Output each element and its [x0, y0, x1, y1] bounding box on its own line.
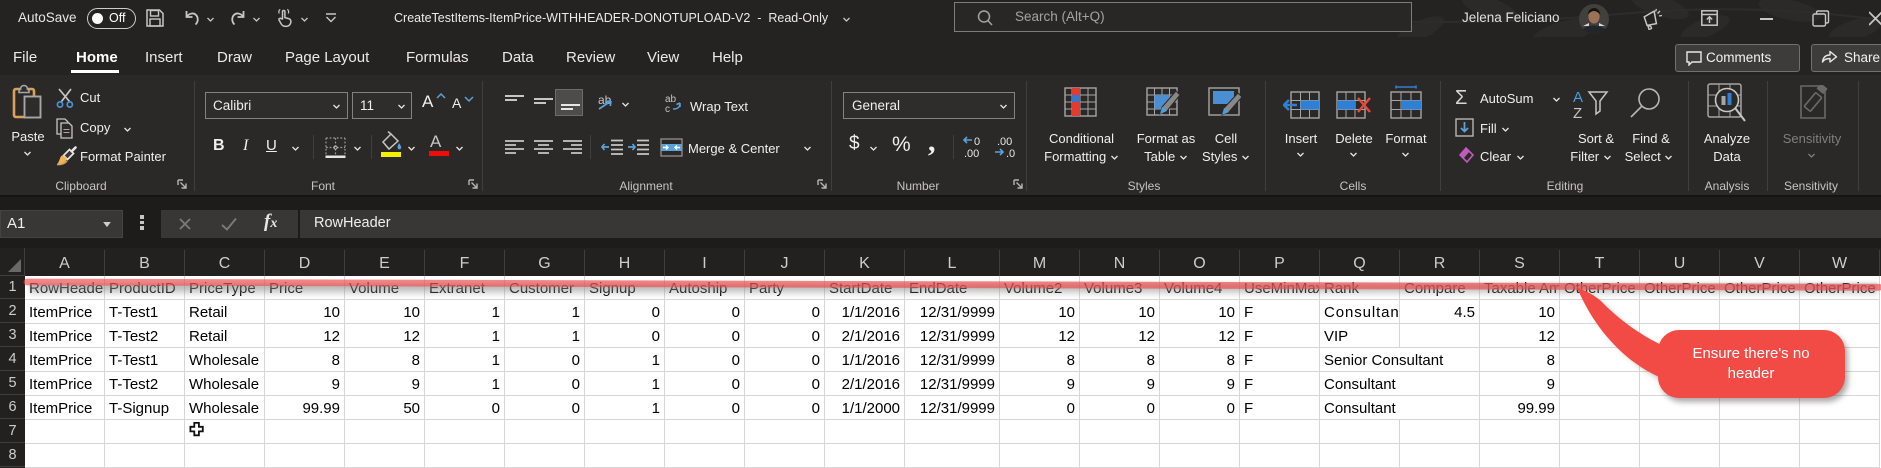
svg-text:c: c — [665, 104, 670, 113]
svg-text:0: 0 — [974, 136, 980, 148]
svg-text:.00: .00 — [964, 148, 979, 159]
svg-text:.0: .0 — [1006, 148, 1015, 159]
svg-text:A: A — [1573, 89, 1583, 106]
svg-text:.00: .00 — [997, 136, 1012, 148]
svg-text:Z: Z — [1573, 105, 1582, 119]
